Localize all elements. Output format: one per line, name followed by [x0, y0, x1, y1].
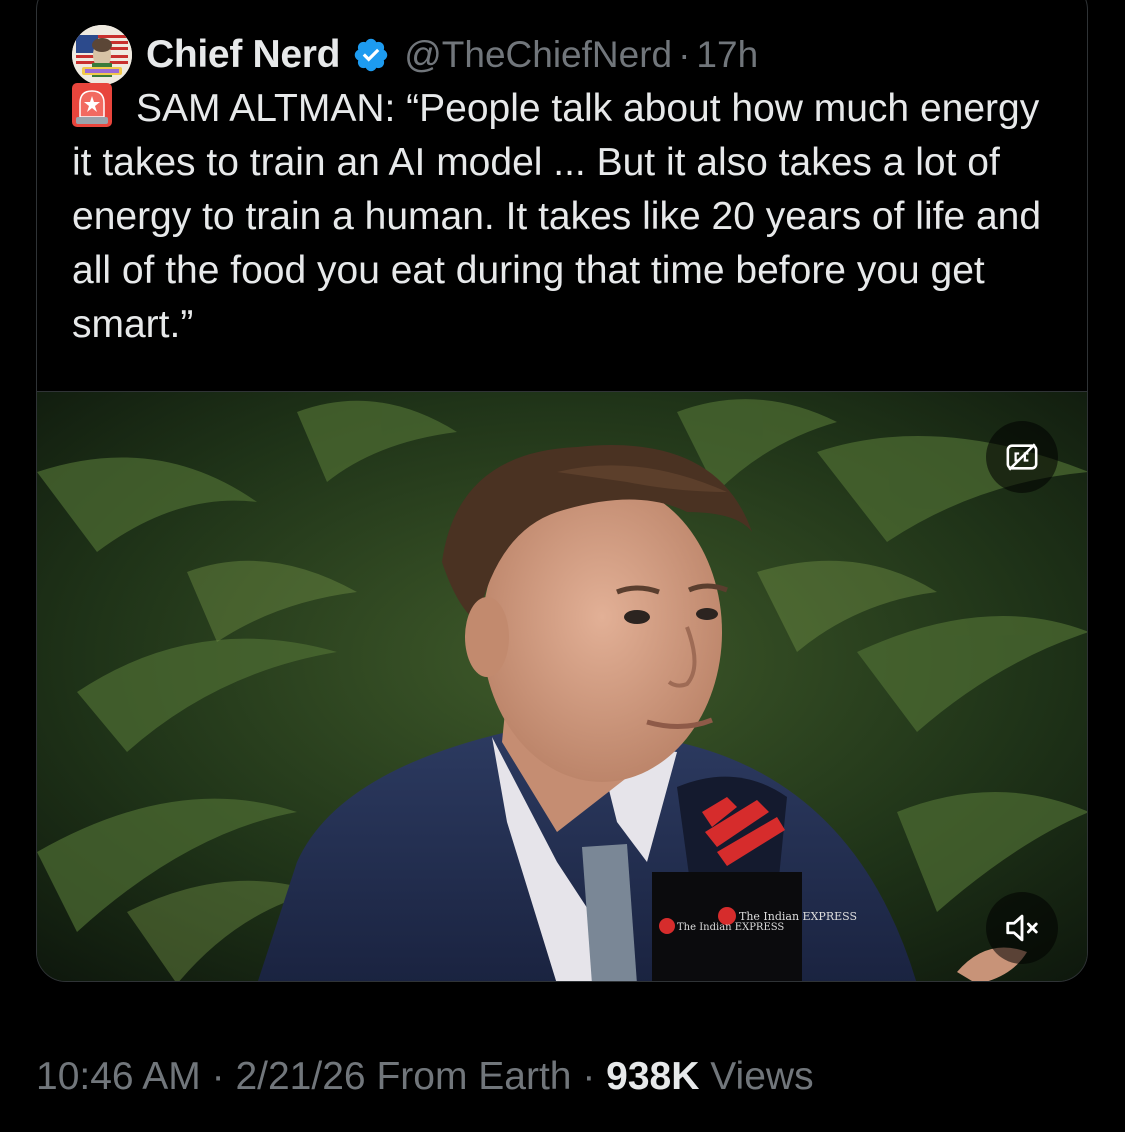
- post-age[interactable]: 17h: [696, 34, 758, 76]
- views-count[interactable]: 938K: [606, 1055, 699, 1098]
- closed-captions-button[interactable]: [986, 421, 1058, 493]
- post-metadata: 10:46 AM · 2/21/26 From Earth · 938K Vie…: [36, 1055, 814, 1099]
- mic-brand-label-2: The Indian EXPRESS: [739, 910, 857, 923]
- verified-badge-icon: [354, 38, 388, 72]
- views-label[interactable]: Views: [710, 1055, 813, 1098]
- handle[interactable]: @TheChiefNerd: [404, 34, 672, 76]
- avatar[interactable]: [72, 25, 132, 85]
- video-player[interactable]: The Indian EXPRESS The Indian EXPRESS: [37, 391, 1087, 981]
- post-text: SAM ALTMAN: “People talk about how much …: [72, 82, 1062, 352]
- post-header: Chief Nerd @TheChiefNerd · 17h: [72, 25, 758, 85]
- post-time[interactable]: 10:46 AM: [36, 1055, 201, 1098]
- avatar-image: [72, 25, 132, 85]
- display-name[interactable]: Chief Nerd: [146, 33, 341, 77]
- mic-brand-label-1: The Indian EXPRESS: [677, 922, 784, 933]
- volume-muted-icon: [1006, 914, 1038, 942]
- separator-dot: ·: [678, 34, 691, 75]
- quoted-post-card[interactable]: Chief Nerd @TheChiefNerd · 17h SAM ALTMA…: [36, 0, 1088, 982]
- meta-separator: ·: [582, 1055, 596, 1098]
- post-date[interactable]: 2/21/26: [235, 1055, 365, 1098]
- post-location: From Earth: [376, 1055, 572, 1098]
- closed-captions-icon: [1006, 443, 1038, 471]
- mute-toggle-button[interactable]: [986, 892, 1058, 964]
- siren-emoji-icon: [72, 83, 112, 127]
- post-text-content: SAM ALTMAN: “People talk about how much …: [72, 87, 1042, 346]
- video-frame: The Indian EXPRESS The Indian EXPRESS: [37, 392, 1087, 981]
- meta-separator: ·: [211, 1055, 225, 1098]
